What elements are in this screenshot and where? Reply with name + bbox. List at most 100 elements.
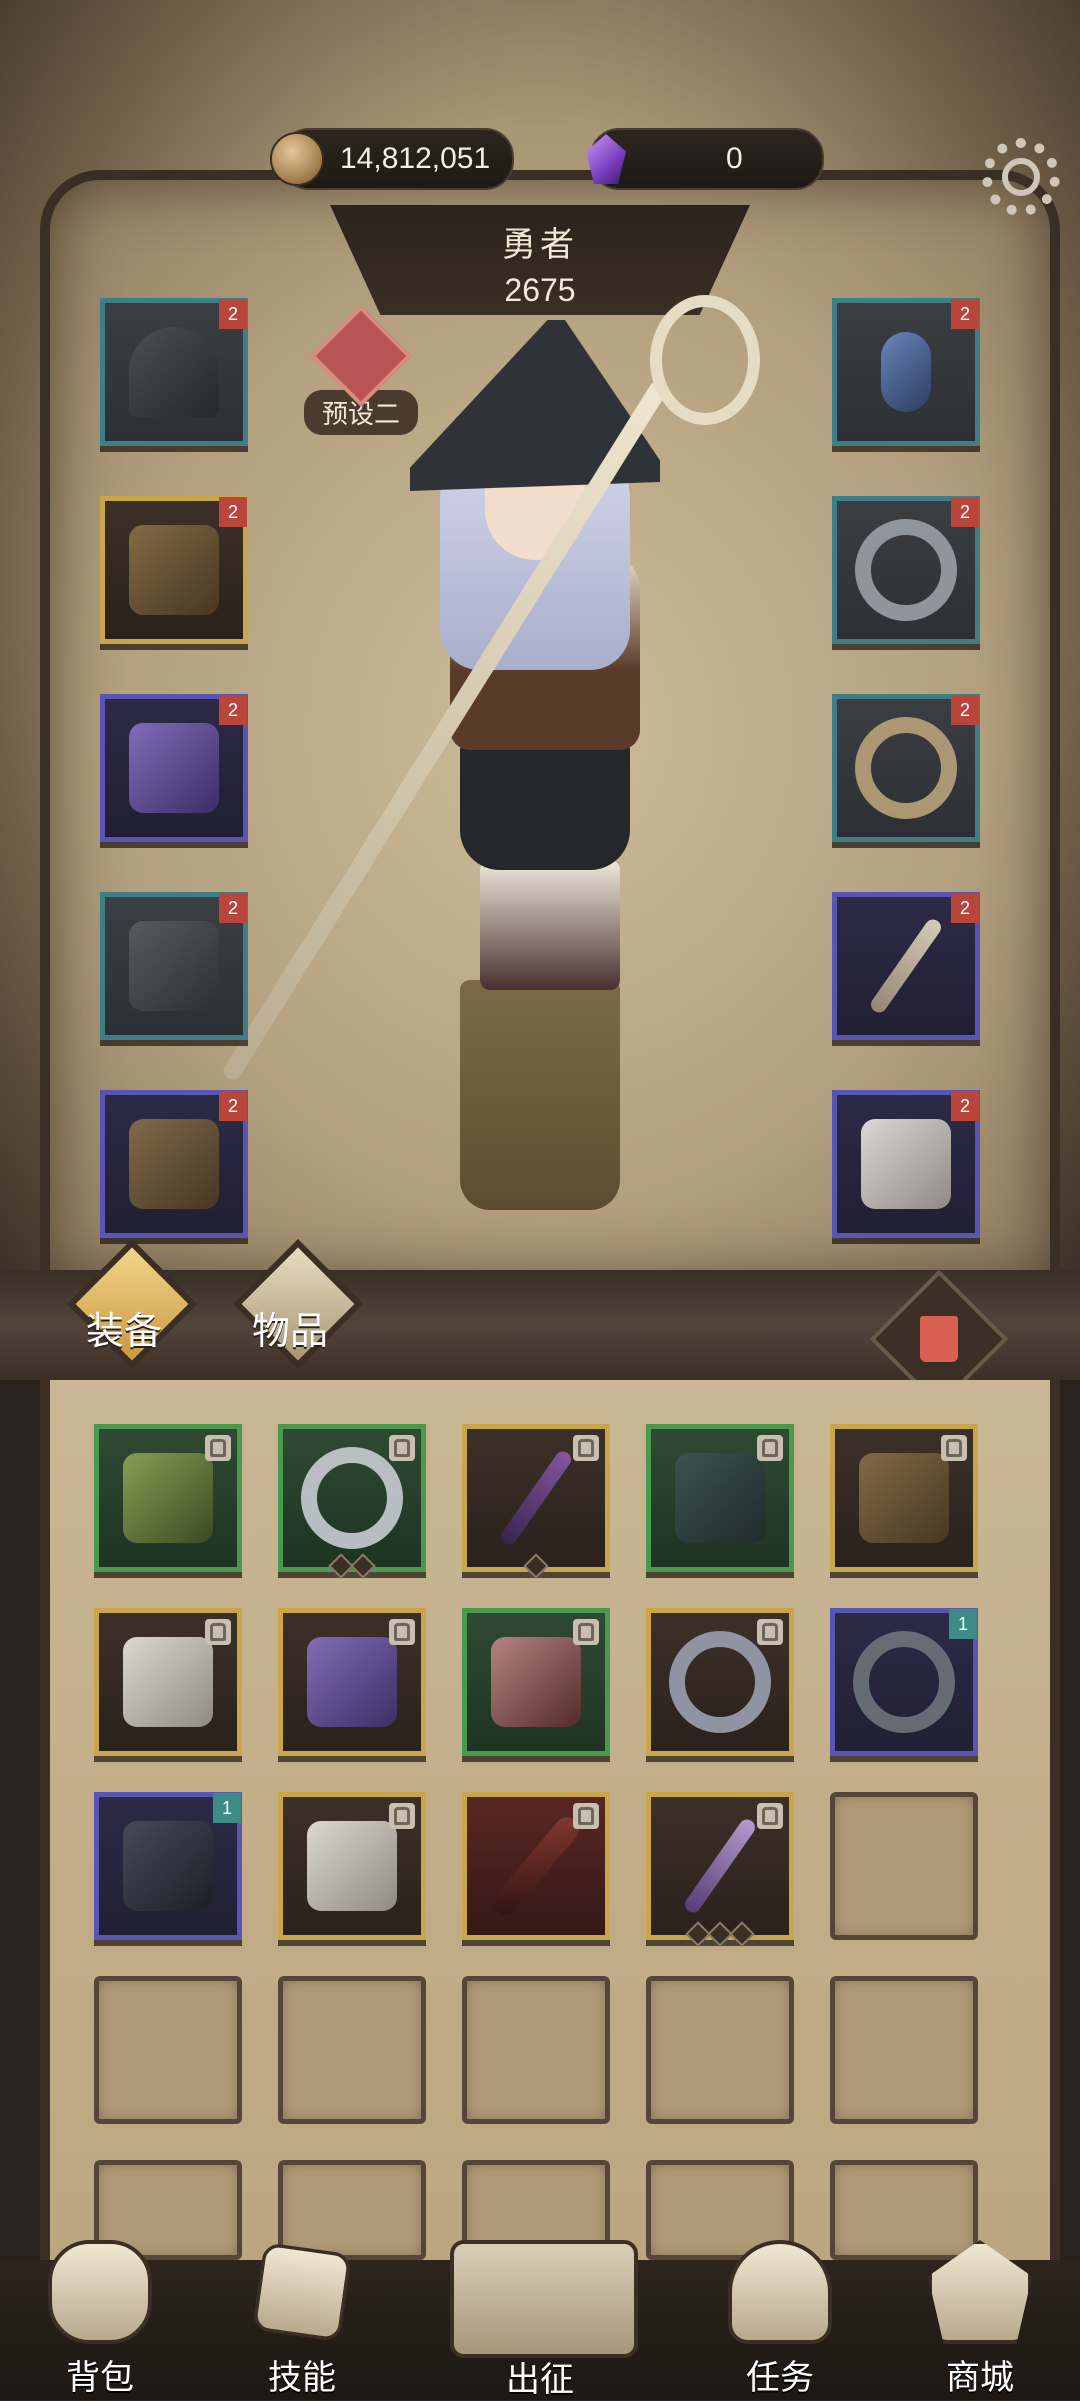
lock-icon [573,1803,599,1829]
tier-badge: 2 [219,695,247,725]
inventory-slot[interactable]: 1 [830,1608,978,1756]
tier-badge: 1 [949,1609,977,1639]
nav-skills[interactable]: 技能 [222,2240,382,2399]
ring-icon [855,717,957,819]
nav-quests[interactable]: 任务 [700,2240,860,2399]
inventory-slot[interactable] [646,1608,794,1756]
witch-hat-icon [129,327,219,417]
boots-icon [129,1119,219,1209]
ring-icon [669,1631,771,1733]
belt-icon [859,1453,949,1543]
inventory-slot[interactable] [462,1424,610,1579]
inventory-slot[interactable] [94,1424,242,1572]
inventory-slot[interactable]: 1 [94,1792,242,1940]
tier-badge: 2 [951,299,979,329]
tier-badge: 2 [219,893,247,923]
tier-badge: 2 [219,1091,247,1121]
lock-icon [573,1619,599,1645]
hero-legs [480,860,620,990]
equip-slot-weapon[interactable]: 2 [832,892,980,1040]
battle-scroll-icon [450,2240,638,2358]
equip-slot-necklace[interactable]: 2 [832,298,980,446]
hero-staff-head [650,295,760,425]
shop-crown-icon [928,2240,1032,2344]
inventory-slot[interactable] [462,1608,610,1756]
gem-ring-icon [853,1631,955,1733]
equip-slot-pants[interactable]: 2 [100,892,248,1040]
inventory-slot-empty[interactable] [830,1976,978,2124]
inventory-slot[interactable] [278,1608,426,1756]
inventory-slot[interactable] [278,1424,426,1579]
inventory-slot-empty[interactable] [278,1976,426,2124]
equip-slot-armor[interactable]: 2 [100,496,248,644]
nav-shop-label: 商城 [946,2358,1014,2398]
equip-slot-gloves[interactable]: 2 [100,694,248,842]
gem-icon [586,134,626,184]
tab-items-label: 物品 [252,1309,329,1353]
inventory-slot[interactable] [278,1792,426,1940]
map-magnifier-icon [861,1119,951,1209]
equip-slot-ring[interactable]: 2 [832,496,980,644]
ring-icon [855,519,957,621]
dark-wand-icon [488,1812,584,1920]
inventory-slot-empty[interactable] [94,1976,242,2124]
gloves-icon [129,723,219,813]
tier-badge: 2 [951,893,979,923]
skull-helm-icon [307,1637,397,1727]
tab-items[interactable]: 物品 [232,1238,364,1370]
nav-bag[interactable]: 背包 [20,2240,180,2399]
ring-icon [301,1447,403,1549]
tier-badge: 1 [213,1793,241,1823]
nav-skills-label: 技能 [268,2358,336,2398]
tier-badge: 2 [219,497,247,527]
quest-horn-icon [728,2240,832,2344]
lock-icon [205,1619,231,1645]
hero-shorts [460,740,630,870]
nav-bag-label: 背包 [66,2358,134,2398]
nav-shop[interactable]: 商城 [900,2240,1060,2399]
gold-coin-icon [270,132,324,186]
inventory-slot[interactable] [830,1424,978,1572]
lock-icon [389,1619,415,1645]
tier-badge: 2 [951,1091,979,1121]
hero-title: 勇者 [502,225,578,265]
tier-badge: 2 [219,299,247,329]
lock-icon [389,1803,415,1829]
inventory-slot[interactable] [462,1792,610,1940]
inventory-slot[interactable] [94,1608,242,1756]
inventory-slot-empty[interactable] [830,1792,978,1940]
scepter-icon [497,1448,575,1548]
settings-gear-icon[interactable] [982,138,1060,216]
lock-icon [573,1435,599,1461]
trash-icon [920,1316,958,1362]
tier-badge: 2 [951,695,979,725]
lock-icon [389,1435,415,1461]
armor-icon [129,525,219,615]
inventory-slot[interactable] [646,1792,794,1947]
equip-slot-boots[interactable]: 2 [100,1090,248,1238]
inventory-slot-empty[interactable] [462,1976,610,2124]
star-dots [328,1553,376,1579]
nav-battle-label: 出征 [506,2360,574,2400]
tab-equipment[interactable]: 装备 [66,1238,198,1370]
hero-character [220,295,760,1300]
dark-armor-icon [123,1821,213,1911]
gold-amount: 14,812,051 [340,142,491,175]
lock-icon [757,1619,783,1645]
inventory-slot[interactable] [646,1424,794,1572]
nav-battle[interactable]: 出征 [440,2200,640,2400]
nav-quests-label: 任务 [746,2358,814,2398]
star-dots [685,1921,755,1947]
equip-slot-ring-2[interactable]: 2 [832,694,980,842]
equip-slot-offhand[interactable]: 2 [832,1090,980,1238]
bag-icon [48,2240,152,2344]
gem-amount: 0 [726,142,743,175]
tab-equipment-label: 装备 [86,1309,163,1353]
currency-bar: 14,812,051 0 [0,128,1080,190]
heels-icon [491,1637,581,1727]
pants-icon [129,921,219,1011]
necklace-icon [881,332,931,412]
equip-slot-helmet[interactable]: 2 [100,298,248,446]
skill-book-icon [252,2242,352,2342]
inventory-slot-empty[interactable] [646,1976,794,2124]
